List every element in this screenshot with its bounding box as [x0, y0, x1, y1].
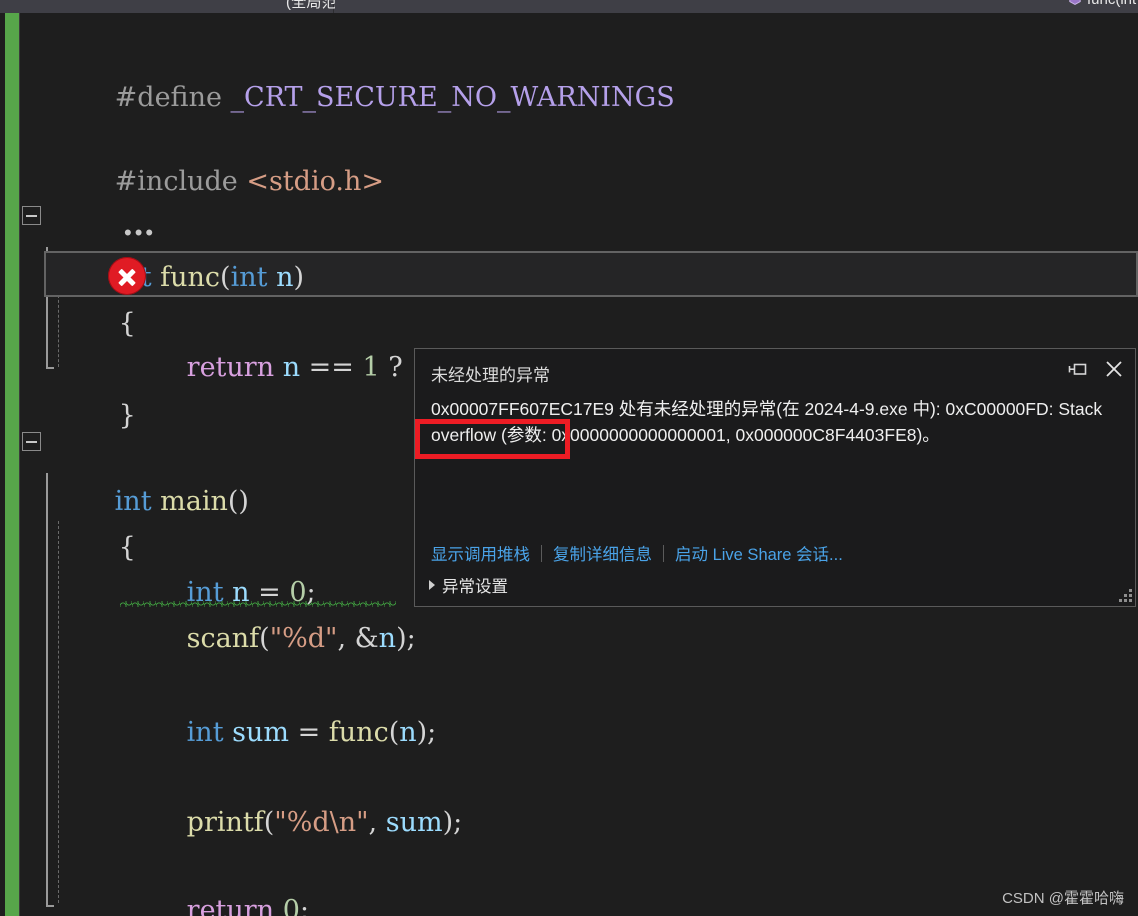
screenshot-root: (全局范围) func(int n) ••• [0, 0, 1138, 916]
token-str-d: "%d" [269, 623, 338, 654]
code-line-7: return n == 1 ? 1 : n + func(n - 1); [0, 296, 1138, 383]
token-n-arg: n [399, 717, 417, 748]
code-line-20: } [0, 879, 1138, 916]
token-str-dn: "%d\n" [274, 807, 369, 838]
start-live-share-link[interactable]: 启动 Live Share 会话... [675, 541, 843, 565]
exception-settings-label: 异常设置 [442, 578, 508, 596]
error-x-icon[interactable] [108, 257, 146, 295]
copy-details-link[interactable]: 复制详细信息 [553, 541, 652, 565]
token-sum-arg: sum [385, 807, 443, 838]
token-include-directive: #include [114, 166, 238, 197]
close-icon[interactable] [1103, 358, 1125, 380]
code-line-15: int sum = func(n); [186, 717, 437, 748]
code-line-3: #include <stdio.h> [0, 110, 1138, 197]
token-define-directive: #define [114, 82, 222, 113]
link-separator-2 [663, 544, 664, 562]
token-scanf: scanf [186, 623, 260, 654]
token-include-header: <stdio.h> [246, 166, 384, 197]
code-line-1: #define _CRT_SECURE_NO_WARNINGS [0, 26, 1138, 113]
link-separator-1 [541, 544, 542, 562]
pin-dock-icon[interactable] [1067, 358, 1089, 380]
token-n-addr: n [378, 623, 397, 654]
show-call-stack-link[interactable]: 显示调用堆栈 [431, 541, 530, 565]
method-icon [1068, 0, 1082, 6]
token-sum-decl: sum [232, 717, 289, 748]
token-int-5: int [186, 717, 224, 748]
member-dropdown[interactable]: func(int n) [335, 0, 1138, 13]
code-line-5: int func(int n) [0, 206, 1138, 293]
editor-navigation-bar: (全局范围) func(int n) [0, 0, 1138, 13]
stack-overflow-annotation-box [415, 419, 570, 459]
token-printf: printf [186, 807, 264, 838]
member-dropdown-label: func(int n) [1087, 0, 1138, 8]
scanf-warning-squiggle [120, 601, 396, 607]
dialog-window-controls [1067, 358, 1125, 380]
dialog-title: 未经处理的异常 [431, 366, 550, 385]
watermark: CSDN @霍霍哈嗨 [1002, 890, 1124, 907]
unhandled-exception-dialog[interactable]: 未经处理的异常 0x00007FF607EC17E9 处有未经处理的异常(在 2… [414, 348, 1136, 607]
scope-dropdown[interactable]: (全局范围) [0, 0, 357, 13]
dialog-action-links: 显示调用堆栈 复制详细信息 启动 Live Share 会话... [431, 541, 843, 565]
chevron-right-icon [429, 580, 435, 590]
code-line-17: printf("%d\n", sum); [186, 807, 463, 838]
exception-settings-toggle[interactable]: 异常设置 [429, 573, 508, 597]
token-define-name: _CRT_SECURE_NO_WARNINGS [230, 82, 675, 113]
code-line-6: { [118, 308, 136, 339]
token-func-call-2: func [328, 717, 389, 748]
resize-grip-icon[interactable] [1118, 589, 1132, 603]
